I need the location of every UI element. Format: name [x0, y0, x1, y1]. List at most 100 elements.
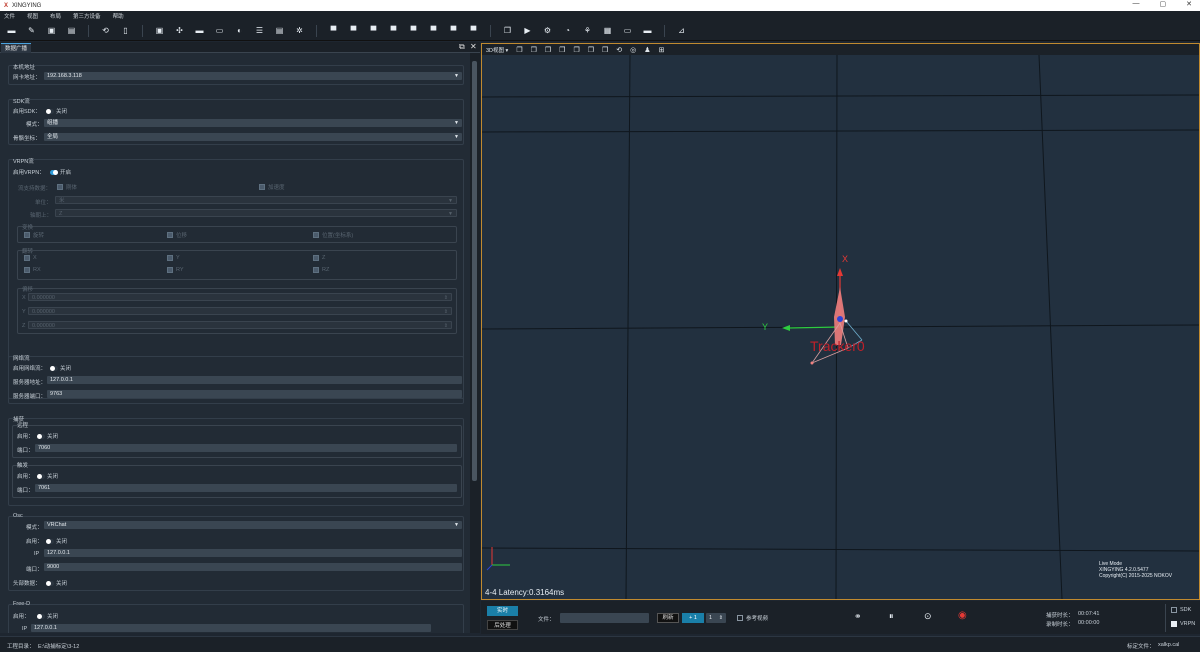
maximize-button[interactable]: ▢: [1160, 0, 1167, 11]
layout-8-icon[interactable]: ▀: [468, 25, 479, 36]
grid-toggle-icon[interactable]: ⊞: [659, 46, 665, 54]
remote-port-input[interactable]: 7060: [35, 444, 457, 452]
view-front-icon[interactable]: ❐: [516, 46, 522, 54]
osc-head-toggle[interactable]: 关闭: [46, 579, 67, 587]
stream-rigid-checkbox[interactable]: 刚体: [57, 183, 77, 191]
trigger-port-input[interactable]: 7061: [35, 484, 457, 492]
step-spinbox[interactable]: 1 ⇕: [706, 613, 726, 623]
freed-ip-input[interactable]: 127.0.0.1: [31, 624, 431, 632]
settings-icon[interactable]: ✲: [294, 25, 305, 36]
rigid-body-icon[interactable]: ▭: [214, 25, 225, 36]
layout-4-icon[interactable]: ▀: [388, 25, 399, 36]
folder-icon[interactable]: ▬: [642, 25, 653, 36]
offset-y-spinbox[interactable]: 0.000000 ⇕: [28, 307, 452, 315]
mirror-ry-checkbox[interactable]: RY: [167, 267, 184, 273]
menu-help[interactable]: 帮助: [113, 12, 124, 20]
link-icon[interactable]: ⚭: [854, 611, 862, 622]
sdk-enable-toggle[interactable]: 关闭: [46, 107, 67, 115]
vrpn-checkbox[interactable]: VRPN: [1171, 621, 1195, 627]
3d-viewport[interactable]: 3D视图 ▾ ❐ ❐ ❐ ❐ ❐ ❐ ❒ ⟲ ◎ ♟ ⊞ X Y Tracker…: [481, 43, 1200, 600]
vrpn-enable-toggle[interactable]: 开启: [50, 168, 71, 176]
position-checkbox[interactable]: 位置(坐标系): [313, 231, 353, 239]
video-camera-icon[interactable]: ▶: [522, 25, 533, 36]
copy-icon[interactable]: ❐: [502, 25, 513, 36]
sdk-checkbox[interactable]: SDK: [1171, 607, 1191, 613]
menu-third-party[interactable]: 第三方设备: [73, 12, 101, 20]
mirror-rz-checkbox[interactable]: RZ: [313, 267, 329, 273]
offset-x-spinbox[interactable]: 0.000000 ⇕: [28, 293, 452, 301]
chart-icon[interactable]: ⊿: [676, 25, 687, 36]
layout-5-icon[interactable]: ▀: [408, 25, 419, 36]
view-perspective-icon[interactable]: ❒: [602, 46, 608, 54]
layout-1-icon[interactable]: ▀: [328, 25, 339, 36]
mirror-z-checkbox[interactable]: Z: [313, 255, 325, 261]
mirror-y-checkbox[interactable]: Y: [167, 255, 180, 261]
panel-scrollbar[interactable]: [470, 53, 480, 633]
osc-enable-toggle[interactable]: 关闭: [46, 537, 67, 545]
menu-view[interactable]: 视图: [27, 12, 38, 20]
save-icon[interactable]: ▣: [46, 25, 57, 36]
layout-2-icon[interactable]: ▀: [348, 25, 359, 36]
minimize-button[interactable]: —: [1133, 0, 1140, 11]
layers-icon[interactable]: ☰: [254, 25, 265, 36]
axis-up-select[interactable]: Z ▼: [55, 209, 457, 217]
record-icon[interactable]: ◉: [958, 610, 967, 621]
menu-file[interactable]: 文件: [4, 12, 15, 20]
pause-icon[interactable]: ⏸: [889, 611, 894, 622]
rotation-checkbox[interactable]: 旋转: [24, 231, 44, 239]
network-enable-toggle[interactable]: 关闭: [50, 364, 71, 372]
refresh-icon[interactable]: ◐: [234, 25, 245, 36]
reset-view-icon[interactable]: ⟲: [616, 46, 622, 54]
open-folder-icon[interactable]: ▬: [6, 25, 17, 36]
gear-icon[interactable]: ⚙: [542, 25, 553, 36]
menu-layout[interactable]: 布局: [50, 12, 61, 20]
translation-checkbox[interactable]: 位移: [167, 231, 187, 239]
remote-enable-toggle[interactable]: 关闭: [37, 432, 58, 440]
trigger-enable-toggle[interactable]: 关闭: [37, 472, 58, 480]
stream-accel-checkbox[interactable]: 加速度: [259, 183, 285, 191]
layout-6-icon[interactable]: ▀: [428, 25, 439, 36]
focus-icon[interactable]: ◎: [630, 46, 636, 54]
osc-port-input[interactable]: 9000: [44, 563, 462, 571]
view-back-icon[interactable]: ❐: [531, 46, 537, 54]
keyboard-icon[interactable]: ▭: [622, 25, 633, 36]
view-left-icon[interactable]: ❐: [545, 46, 551, 54]
save-as-icon[interactable]: ▤: [66, 25, 77, 36]
edit-pencil-icon[interactable]: ✎: [26, 25, 37, 36]
calibration-bar-icon[interactable]: ▬: [194, 25, 205, 36]
skeleton-coord-select[interactable]: 全局 ▼: [44, 133, 462, 141]
unlock-icon[interactable]: ⊙: [924, 611, 932, 622]
data-icon[interactable]: ▦: [602, 25, 613, 36]
layout-3-icon[interactable]: ▀: [368, 25, 379, 36]
layout-7-icon[interactable]: ▀: [448, 25, 459, 36]
osc-mode-select[interactable]: VRChat ▼: [44, 521, 462, 529]
freed-enable-toggle[interactable]: 关闭: [37, 612, 58, 620]
osc-ip-input[interactable]: 127.0.0.1: [44, 549, 462, 557]
view-mode-select[interactable]: 3D视图 ▾: [486, 46, 508, 54]
monitor-icon[interactable]: ▤: [274, 25, 285, 36]
server-address-input[interactable]: 127.0.0.1: [47, 376, 462, 384]
tab-data-broadcast[interactable]: 数据广播: [1, 43, 32, 53]
post-process-button[interactable]: 后处理: [487, 620, 518, 630]
offset-z-spinbox[interactable]: 0.000000 ⇕: [28, 321, 452, 329]
view-bottom-icon[interactable]: ❐: [588, 46, 594, 54]
unit-select[interactable]: 米 ▼: [55, 196, 457, 204]
view-top-icon[interactable]: ❐: [573, 46, 579, 54]
view-right-icon[interactable]: ❐: [559, 46, 565, 54]
server-port-input[interactable]: 9763: [47, 390, 462, 398]
skeleton-icon[interactable]: ♟: [644, 46, 650, 54]
device-icon[interactable]: ▯: [120, 25, 131, 36]
refresh-button[interactable]: 刷新: [657, 613, 679, 623]
scrollbar-thumb[interactable]: [472, 61, 477, 481]
float-panel-icon[interactable]: ⧉: [459, 42, 465, 52]
network-icon[interactable]: ⚘: [582, 25, 593, 36]
camera-icon[interactable]: ▣: [154, 25, 165, 36]
nic-address-select[interactable]: 192.168.3.118 ▼: [44, 72, 462, 80]
link-icon[interactable]: ⟲: [100, 25, 111, 36]
reference-video-checkbox[interactable]: 参考视频: [737, 614, 768, 622]
mirror-rx-checkbox[interactable]: RX: [24, 267, 41, 273]
file-input[interactable]: [560, 613, 649, 623]
realtime-button[interactable]: 实时: [487, 606, 518, 616]
close-button[interactable]: ✕: [1186, 0, 1192, 11]
mirror-x-checkbox[interactable]: X: [24, 255, 37, 261]
